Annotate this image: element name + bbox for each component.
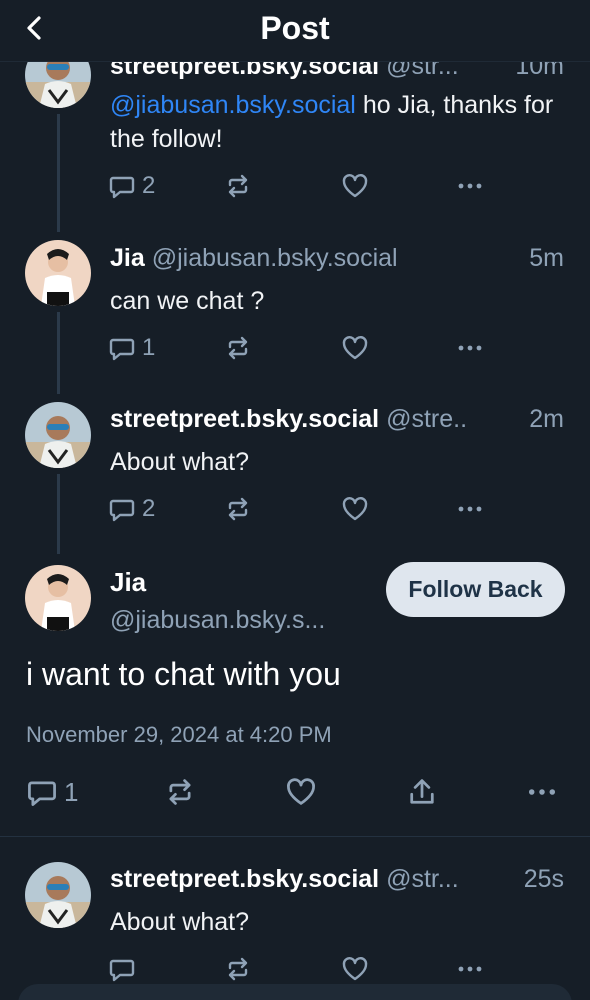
like-icon	[342, 957, 368, 981]
thread-post-3[interactable]: streetpreet.bsky.social @stre.. 2m About…	[0, 392, 590, 554]
post-text: can we chat ?	[110, 287, 265, 315]
thread-connector	[57, 114, 60, 232]
author-name[interactable]: streetpreet.bsky.social	[110, 405, 379, 433]
like-button[interactable]	[285, 776, 317, 808]
repost-button[interactable]	[224, 495, 252, 523]
share-icon	[410, 779, 434, 804]
follow-back-button[interactable]: Follow Back	[386, 562, 565, 617]
more-button[interactable]	[456, 955, 484, 983]
post-time: 5m	[523, 244, 564, 273]
share-button[interactable]	[406, 776, 438, 808]
more-icon	[528, 789, 556, 795]
author-handle: @str...	[386, 865, 459, 893]
author-handle: @jiabusan.bsky.social	[151, 244, 398, 272]
reply-button[interactable]: 1	[26, 776, 78, 808]
post-time: 25s	[517, 865, 564, 894]
reply-count: 1	[142, 334, 156, 361]
main-author-name[interactable]: Jia	[110, 567, 146, 598]
post-header: streetpreet.bsky.social @stre.. 2m	[110, 405, 564, 434]
reply-composer-bar[interactable]	[18, 984, 572, 1000]
post-text: About what?	[110, 908, 249, 936]
more-icon	[458, 966, 482, 972]
more-icon	[458, 506, 482, 512]
reply-icon	[109, 499, 135, 522]
reply-button[interactable]: 2	[108, 172, 155, 200]
author-name[interactable]: Jia	[110, 244, 145, 272]
like-icon	[342, 497, 368, 521]
thread-post-2[interactable]: Jia @jiabusan.bsky.social 5m can we chat…	[0, 232, 590, 394]
post-header: streetpreet.bsky.social @str... 25s	[110, 865, 564, 894]
main-post-text: i want to chat with you	[26, 656, 341, 692]
like-button[interactable]	[341, 955, 369, 983]
repost-icon	[228, 174, 248, 198]
reply-icon	[109, 176, 135, 199]
like-button[interactable]	[341, 495, 369, 523]
avatar-streetpreet[interactable]	[25, 862, 91, 928]
avatar-jia-main[interactable]	[25, 565, 91, 631]
main-post-actions: 1	[0, 776, 590, 810]
reply-icon	[28, 781, 56, 806]
top-bar: Post	[0, 0, 590, 62]
reply-post[interactable]: streetpreet.bsky.social @str... 25s Abou…	[0, 837, 590, 1000]
page-title: Post	[260, 10, 330, 46]
author-handle: @stre..	[386, 405, 468, 433]
repost-button[interactable]	[164, 776, 196, 808]
author-name[interactable]: streetpreet.bsky.social	[110, 865, 379, 893]
repost-button[interactable]	[224, 334, 252, 362]
reply-button[interactable]: 1	[108, 334, 155, 362]
repost-button[interactable]	[224, 955, 252, 983]
repost-icon	[169, 779, 191, 805]
reply-icon	[109, 959, 135, 982]
reply-icon	[109, 338, 135, 361]
more-button[interactable]	[456, 495, 484, 523]
post-actions	[108, 955, 488, 985]
reply-count: 1	[64, 776, 79, 807]
like-button[interactable]	[341, 334, 369, 362]
post-text: About what?	[110, 448, 249, 476]
like-button[interactable]	[341, 172, 369, 200]
post-time: 2m	[523, 405, 564, 434]
main-post-date: November 29, 2024 at 4:20 PM	[26, 722, 332, 747]
main-author-handle[interactable]: @jiabusan.bsky.s...	[110, 606, 325, 635]
more-button[interactable]	[526, 776, 558, 808]
reply-count: 2	[142, 495, 156, 522]
repost-icon	[228, 336, 248, 360]
more-icon	[458, 183, 482, 189]
like-icon	[342, 336, 368, 360]
reply-count: 2	[142, 172, 156, 199]
mention-link[interactable]: @jiabusan.bsky.social	[110, 91, 356, 119]
post-actions: 2	[108, 495, 488, 525]
post-actions: 2	[108, 172, 488, 202]
repost-icon	[228, 957, 248, 981]
repost-icon	[228, 497, 248, 521]
like-icon	[287, 778, 315, 805]
more-button[interactable]	[456, 172, 484, 200]
post-actions: 1	[108, 334, 488, 364]
thread-connector	[57, 474, 60, 554]
post-thread: streetpreet.bsky.social @str... 10m @jia…	[0, 0, 590, 1000]
more-icon	[458, 345, 482, 351]
reply-button[interactable]: 2	[108, 495, 155, 523]
like-icon	[342, 174, 368, 198]
avatar-streetpreet[interactable]	[25, 402, 91, 468]
reply-button[interactable]	[108, 955, 136, 983]
more-button[interactable]	[456, 334, 484, 362]
post-text: @jiabusan.bsky.social ho Jia, thanks for…	[110, 88, 564, 156]
repost-button[interactable]	[224, 172, 252, 200]
thread-connector	[57, 312, 60, 394]
post-header: Jia @jiabusan.bsky.social 5m	[110, 244, 564, 273]
avatar-jia[interactable]	[25, 240, 91, 306]
